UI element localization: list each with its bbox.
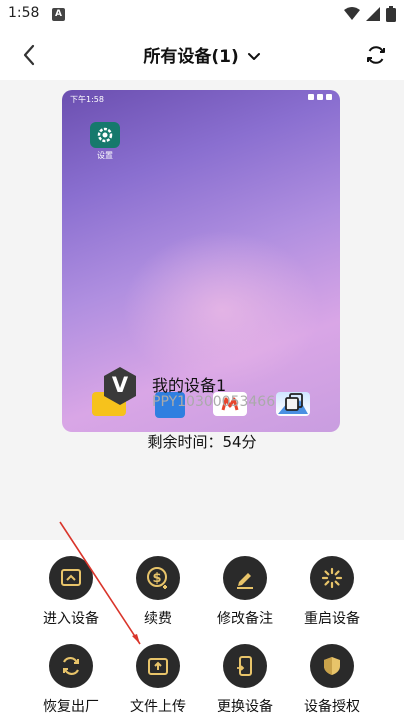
copy-icon [285,393,303,411]
status-time: 1:58 [8,5,40,21]
wallpaper-glow [122,230,322,390]
edit-note-icon [237,573,253,589]
device-name: 我的设备1 [152,376,227,395]
authorize-shield-icon [324,657,340,675]
preview-signal-icon [317,94,323,100]
restart-device-label: 重启设备 [304,611,360,627]
replace-device-label: 更换设备 [217,699,273,715]
enter-device-button[interactable]: 进入设备 [26,556,116,628]
preview-wifi-icon [308,94,314,100]
remaining-time: 剩余时间：54分 [0,431,404,452]
authorize-icon-bg [310,644,354,688]
preview-settings-label: 设置 [97,151,113,160]
gear-icon [97,127,113,143]
file-upload-label: 文件上传 [130,699,186,715]
file-upload-icon [148,658,168,675]
restart-icon-bg [310,556,354,600]
factory-reset-button[interactable]: 恢复出厂 [26,644,116,716]
edit-note-button[interactable]: 修改备注 [200,556,290,628]
device-content-area: 下午1:58 设置 V 我的设备1 PPY10300053466 剩余时间：54… [0,80,404,540]
file-upload-button[interactable]: 文件上传 [113,644,203,716]
wifi-icon [344,7,360,20]
edit-note-label: 修改备注 [217,611,273,627]
preview-status-icons [308,94,332,100]
preview-settings-app-icon [90,122,120,148]
preview-battery-icon [326,94,332,100]
authorize-device-button[interactable]: 设备授权 [287,644,377,716]
cellular-signal-icon [366,7,380,21]
renew-icon-bg: $ [136,556,180,600]
factory-reset-icon-bg [49,644,93,688]
enter-device-label: 进入设备 [43,611,99,627]
notification-app-icon: A [52,8,65,21]
renew-button[interactable]: $ 续费 [113,556,203,628]
device-actions-panel: 进入设备 $ 续费 修改备注 重启设备 恢复出厂 文件上传 更换设备 设备授权 [0,540,404,720]
renew-label: 续费 [144,611,172,627]
page-title: 所有设备(1) [143,47,239,67]
top-nav-bar: 所有设备(1) [0,30,404,80]
device-selector[interactable]: 所有设备(1) [0,42,404,67]
svg-text:$: $ [152,571,161,586]
replace-device-icon [237,656,252,676]
status-bar: 1:58 A [0,0,404,30]
device-logo-letter: V [111,373,129,397]
enter-device-icon-bg [49,556,93,600]
preview-status-time: 下午1:58 [70,95,104,104]
remaining-time-label: 剩余时间： [147,433,223,451]
replace-device-button[interactable]: 更换设备 [200,644,290,716]
renew-dollar-icon: $ [147,567,167,589]
enter-device-icon [61,569,81,586]
restart-device-button[interactable]: 重启设备 [287,556,377,628]
remaining-time-value: 54分 [222,433,257,451]
refresh-icon [367,46,385,64]
refresh-button[interactable] [362,41,390,69]
file-upload-icon-bg [136,644,180,688]
copy-id-button[interactable] [284,392,304,412]
battery-icon [386,6,396,22]
edit-note-icon-bg [223,556,267,600]
device-id: PPY10300053466 [152,394,276,410]
replace-device-icon-bg [223,644,267,688]
authorize-device-label: 设备授权 [304,699,360,715]
factory-reset-icon [63,656,79,676]
factory-reset-label: 恢复出厂 [43,699,99,715]
status-icons [344,6,396,22]
restart-icon [321,567,343,589]
chevron-down-icon [247,53,260,60]
